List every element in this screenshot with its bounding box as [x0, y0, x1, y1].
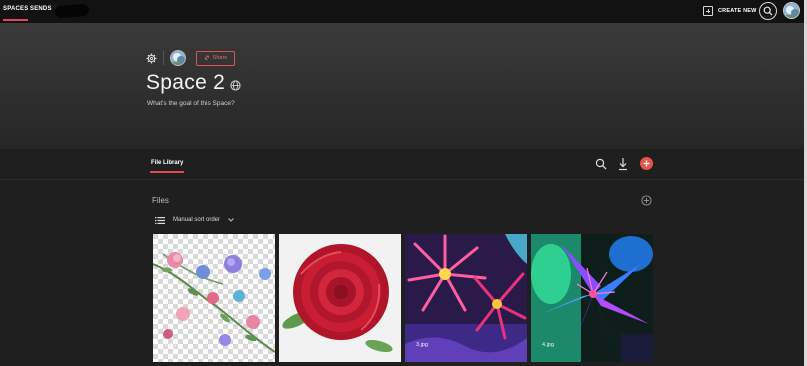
nav-tab-sends[interactable]: SENDS: [30, 6, 52, 12]
list-icon: [155, 216, 165, 224]
file-thumbnail[interactable]: 4.jpg: [531, 234, 653, 362]
space-title[interactable]: Space 2: [146, 71, 225, 95]
member-avatar[interactable]: [170, 50, 186, 66]
top-nav: SPACES SENDS CREATE NEW: [0, 0, 804, 23]
create-new-label: CREATE NEW: [718, 7, 757, 14]
download-icon[interactable]: [617, 157, 629, 171]
plus-box-icon: [703, 5, 713, 16]
file-thumbnail[interactable]: 3.jpg: [405, 234, 527, 362]
file-name: 3.jpg: [416, 342, 428, 348]
user-avatar[interactable]: [783, 2, 800, 19]
file-thumbnail[interactable]: 2.jpg: [279, 234, 401, 362]
nav-tab-spaces[interactable]: SPACES: [3, 6, 29, 21]
files-heading: Files: [152, 196, 169, 205]
globe-icon[interactable]: [230, 80, 241, 91]
tab-file-library[interactable]: File Library: [149, 160, 185, 173]
search-icon[interactable]: [595, 158, 607, 170]
library-tabbar: File Library: [0, 149, 804, 180]
gear-icon[interactable]: [146, 53, 157, 64]
share-button[interactable]: Share: [196, 50, 235, 66]
space-tools: Share: [146, 50, 235, 66]
app-window: SPACES SENDS CREATE NEW Share Space 2 Wh…: [0, 0, 807, 366]
link-icon: [204, 55, 209, 61]
space-header: Share Space 2 What's the goal of this Sp…: [0, 23, 804, 149]
file-thumbnail[interactable]: 1.jpg: [153, 234, 275, 362]
share-label: Share: [212, 55, 228, 61]
divider: [163, 51, 164, 65]
plus-icon: [643, 160, 650, 167]
sort-label: Manual sort order: [173, 217, 221, 223]
search-icon: [763, 6, 773, 16]
file-name: 1.jpg: [164, 342, 176, 348]
file-name: 2.jpg: [290, 342, 302, 348]
file-grid: 1.jpg 2.jpg 3.jpg 4.jpg: [153, 234, 655, 362]
top-search-button[interactable]: [759, 2, 777, 20]
chevron-down-icon: [228, 218, 234, 222]
add-file-button[interactable]: [640, 157, 653, 170]
create-new-button[interactable]: CREATE NEW: [703, 4, 757, 17]
redacted-nav-item: [54, 3, 90, 19]
sort-dropdown[interactable]: Manual sort order: [155, 215, 234, 225]
space-goal-input[interactable]: What's the goal of this Space?: [147, 100, 235, 107]
add-circle-icon[interactable]: [641, 195, 652, 206]
file-name: 4.jpg: [542, 342, 554, 348]
